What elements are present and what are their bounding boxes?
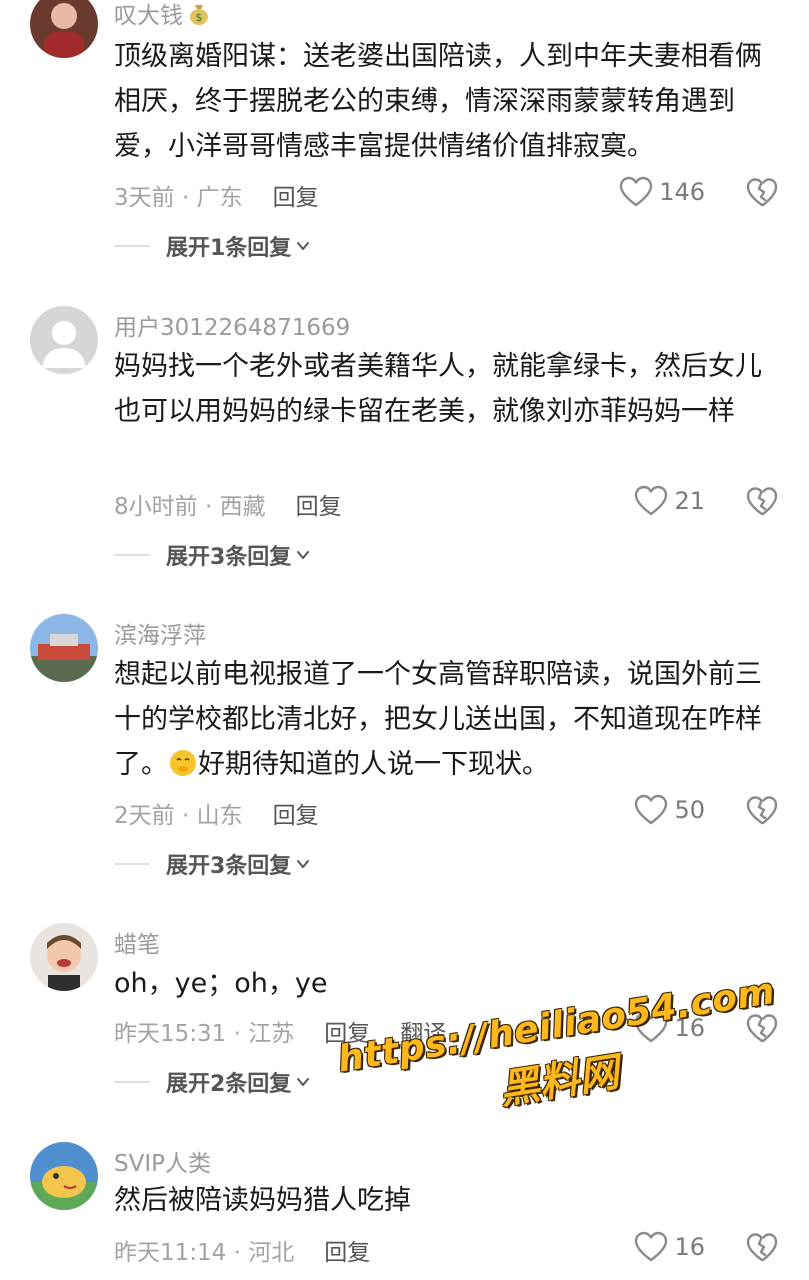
reply-button[interactable]: 回复 bbox=[324, 1240, 370, 1266]
like-count: 21 bbox=[674, 487, 705, 515]
time-location: 昨天11:14 · 河北 bbox=[114, 1240, 295, 1266]
heart-icon bbox=[634, 1231, 668, 1263]
divider bbox=[114, 863, 150, 865]
divider bbox=[114, 554, 150, 556]
divider bbox=[114, 245, 150, 247]
time-location: 昨天15:31 · 江苏 bbox=[114, 1021, 295, 1047]
avatar[interactable] bbox=[30, 1142, 98, 1210]
like-count: 16 bbox=[674, 1233, 705, 1261]
avatar[interactable] bbox=[30, 614, 98, 682]
like-button[interactable]: 50 bbox=[634, 794, 705, 826]
expand-replies-button[interactable]: 展开3条回复 bbox=[114, 848, 311, 880]
comment-text: 想起以前电视报道了一个女高管辞职陪读，说国外前三十的学校都比清北好，把女儿送出国… bbox=[114, 659, 762, 780]
comment-text: 妈妈找一个老外或者美籍华人，就能拿绿卡，然后女儿也可以用妈妈的绿卡留在老美，就像… bbox=[114, 351, 762, 427]
dislike-button[interactable] bbox=[746, 486, 778, 518]
like-button[interactable]: 21 bbox=[634, 485, 705, 517]
dislike-button[interactable] bbox=[746, 1232, 778, 1264]
chevron-down-icon bbox=[295, 1074, 311, 1090]
like-button[interactable]: 16 bbox=[634, 1231, 705, 1263]
comment-username[interactable]: 蜡笔 bbox=[114, 925, 160, 959]
comment-username[interactable]: 用户3012264871669 bbox=[114, 308, 350, 342]
comment-username[interactable]: 滨海浮萍 bbox=[114, 616, 206, 650]
comment-meta: 3天前 · 广东 回复 bbox=[114, 178, 319, 212]
time-location: 2天前 · 山东 bbox=[114, 803, 243, 829]
chevron-down-icon bbox=[295, 547, 311, 563]
comment-username[interactable]: 叹大钱 $ bbox=[114, 0, 211, 30]
comment-meta: 2天前 · 山东 回复 bbox=[114, 796, 319, 830]
avatar[interactable] bbox=[30, 0, 98, 58]
chevron-down-icon bbox=[295, 856, 311, 872]
avatar[interactable] bbox=[30, 306, 98, 374]
reply-button[interactable]: 回复 bbox=[273, 185, 319, 211]
divider bbox=[114, 1081, 150, 1083]
like-count: 50 bbox=[674, 796, 705, 824]
comment-text: 顶级离婚阳谋：送老婆出国陪读，人到中年夫妻相看俩相厌，终于摆脱老公的束缚，情深深… bbox=[114, 41, 762, 162]
comment-text: 然后被陪读妈妈猎人吃掉 bbox=[114, 1185, 411, 1216]
svg-text:$: $ bbox=[196, 11, 203, 24]
heart-icon bbox=[634, 485, 668, 517]
broken-heart-icon bbox=[746, 486, 778, 518]
shushing-face-emoji bbox=[170, 750, 196, 776]
heart-icon bbox=[634, 794, 668, 826]
time-location: 8小时前 · 西藏 bbox=[114, 494, 266, 520]
chevron-down-icon bbox=[295, 238, 311, 254]
like-count: 146 bbox=[659, 178, 705, 206]
expand-replies-button[interactable]: 展开3条回复 bbox=[114, 539, 311, 571]
dislike-button[interactable] bbox=[746, 795, 778, 827]
reply-button[interactable]: 回复 bbox=[273, 803, 319, 829]
broken-heart-icon bbox=[746, 795, 778, 827]
broken-heart-icon bbox=[746, 1232, 778, 1264]
comment-username[interactable]: SVIP人类 bbox=[114, 1144, 211, 1178]
money-bag-icon: $ bbox=[187, 2, 211, 26]
comment-meta: 昨天11:14 · 河北 回复 bbox=[114, 1233, 370, 1267]
reply-button[interactable]: 回复 bbox=[296, 494, 342, 520]
comment-meta: 8小时前 · 西藏 回复 bbox=[114, 487, 342, 521]
heart-icon bbox=[619, 176, 653, 208]
dislike-button[interactable] bbox=[746, 177, 778, 209]
like-button[interactable]: 146 bbox=[619, 176, 705, 208]
time-location: 3天前 · 广东 bbox=[114, 185, 243, 211]
expand-replies-button[interactable]: 展开1条回复 bbox=[114, 230, 311, 262]
expand-replies-button[interactable]: 展开2条回复 bbox=[114, 1066, 311, 1098]
avatar[interactable] bbox=[30, 923, 98, 991]
broken-heart-icon bbox=[746, 177, 778, 209]
